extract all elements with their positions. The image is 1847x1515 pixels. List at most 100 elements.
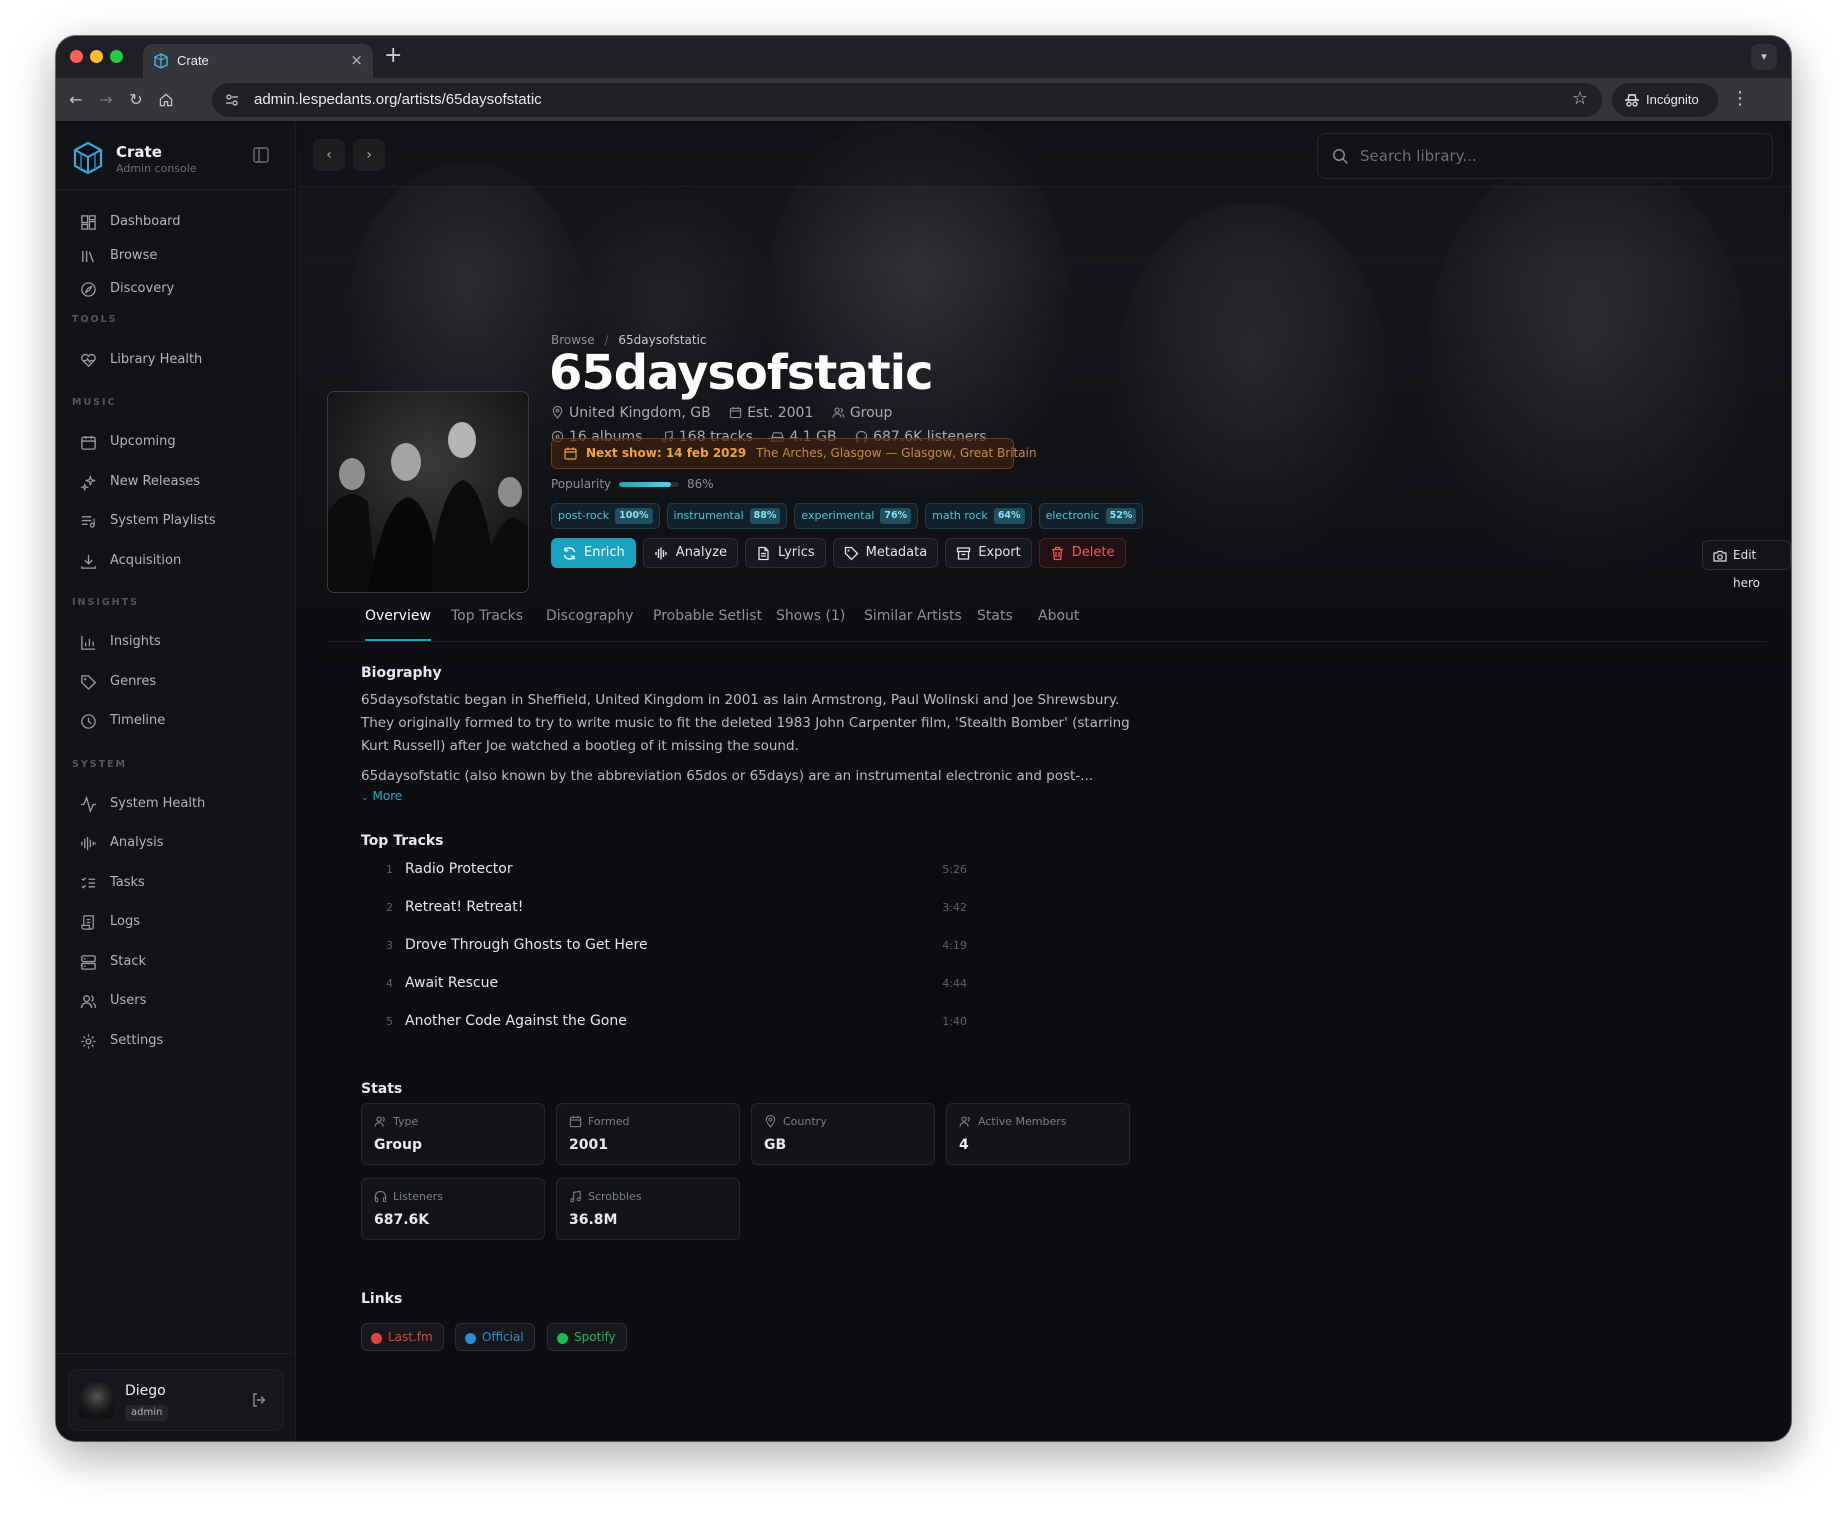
tab-similar-artists[interactable]: Similar Artists [864,608,962,624]
close-tab-icon[interactable]: × [350,51,363,69]
address-bar[interactable]: admin.lespedants.org/artists/65daysofsta… [212,83,1602,117]
reload-icon[interactable]: ↻ [126,90,146,110]
link-label: Last.fm [388,1330,433,1344]
sidebar-item-genres[interactable]: Genres [68,665,284,699]
sidebar-item-system-health[interactable]: System Health [68,787,284,821]
sidebar-item-analysis[interactable]: Analysis [68,826,284,860]
track-row[interactable]: 3 Drove Through Ghosts to Get Here 4:19 [361,931,1011,967]
delete-button[interactable]: Delete [1038,538,1126,568]
track-name: Await Rescue [405,975,499,991]
sidebar-item-settings[interactable]: Settings [68,1024,284,1058]
tab-about[interactable]: About [1038,608,1079,624]
sidebar-item-library-health[interactable]: Library Health [68,343,284,377]
back-arrow-icon[interactable]: ← [66,90,86,110]
users-icon [374,1116,385,1127]
stat-value: 687.6K [374,1212,430,1228]
user-card[interactable]: Diego admin [68,1369,284,1431]
history-back-button[interactable]: ‹ [313,139,345,171]
home-icon[interactable] [156,90,176,110]
search-bar[interactable] [1317,133,1773,179]
genre-tag[interactable]: experimental 76% [794,503,919,529]
sidebar-item-upcoming[interactable]: Upcoming [68,425,284,459]
crate-favicon-icon [154,53,168,69]
analyze-button[interactable]: Analyze [642,538,739,568]
sidebar-item-acquisition[interactable]: Acquisition [68,544,284,578]
new-tab-icon[interactable]: + [384,44,402,68]
bookmark-star-icon[interactable]: ☆ [1572,88,1588,109]
sidebar-item-users[interactable]: Users [68,984,284,1018]
users-icon [959,1116,970,1127]
enrich-button[interactable]: Enrich [551,538,636,568]
sidebar-item-browse[interactable]: Browse [68,239,284,273]
sidebar-item-insights[interactable]: Insights [68,625,284,659]
browser-tab[interactable]: Crate × [143,44,373,78]
tab-discography[interactable]: Discography [546,608,634,624]
popularity-value: 86% [687,477,714,491]
more-label: More [372,789,403,803]
sidebar-item-new-releases[interactable]: New Releases [68,465,284,499]
popularity-bar [619,482,679,487]
tab-shows[interactable]: Shows (1) [776,608,845,624]
sidebar-item-label: System Playlists [110,513,216,528]
link-spotify[interactable]: Spotify [547,1323,627,1351]
collapse-sidebar-icon[interactable] [252,146,270,164]
next-show-banner[interactable]: Next show: 14 feb 2029 The Arches, Glasg… [551,438,1037,469]
sidebar-item-dashboard[interactable]: Dashboard [68,205,284,239]
track-row[interactable]: 5 Another Code Against the Gone 1:40 [361,1007,1011,1043]
lyrics-button[interactable]: Lyrics [745,538,826,568]
genre-tag[interactable]: electronic 52% [1038,503,1144,529]
zoom-window-button[interactable] [110,50,123,63]
sidebar-item-discovery[interactable]: Discovery [68,272,284,306]
metadata-label: Metadata [865,545,928,560]
genre-tag[interactable]: post-rock 100% [551,503,660,529]
link-official[interactable]: Official [455,1323,535,1351]
established-text: Est. 2001 [747,405,814,421]
tab-search-dropdown-icon[interactable]: ▾ [1751,44,1777,70]
browser-menu-icon[interactable]: ⋮ [1730,88,1750,109]
genre-tag-percent: 52% [1105,508,1137,524]
history-forward-button[interactable]: › [353,139,385,171]
sidebar-item-label: Library Health [110,352,203,367]
stat-card-scrobbles: Scrobbles 36.8M [556,1178,740,1240]
edit-hero-button[interactable]: Edit hero [1702,540,1791,590]
tab-top-tracks[interactable]: Top Tracks [451,608,523,624]
track-duration: 4:44 [942,977,967,990]
stat-label: Active Members [978,1115,1067,1128]
stat-label: Type [393,1115,419,1128]
brand-subtitle: Admin console [116,162,197,175]
logout-icon[interactable] [251,1392,267,1408]
genre-tag[interactable]: math rock 64% [925,503,1032,529]
sidebar-item-logs[interactable]: Logs [68,905,284,939]
tab-overview[interactable]: Overview [365,608,431,624]
sidebar-divider [56,189,296,190]
biography-more-link[interactable]: ⌄ More [361,789,402,803]
track-duration: 4:19 [942,939,967,952]
sidebar-item-timeline[interactable]: Timeline [68,704,284,738]
forward-arrow-icon[interactable]: → [96,90,116,110]
track-row[interactable]: 4 Await Rescue 4:44 [361,969,1011,1005]
export-button[interactable]: Export [945,538,1032,568]
sidebar-item-label: Acquisition [110,553,182,568]
link-label: Official [482,1330,524,1344]
close-window-button[interactable] [70,50,83,63]
site-settings-icon[interactable] [224,92,240,108]
section-label-tools: TOOLS [72,314,118,325]
refresh-icon [563,547,576,560]
sidebar-item-tasks[interactable]: Tasks [68,866,284,900]
genre-tag[interactable]: instrumental 88% [666,503,788,529]
link-lastfm[interactable]: Last.fm [361,1323,444,1351]
incognito-indicator[interactable]: Incógnito [1612,83,1718,117]
sidebar-item-label: Tasks [110,875,145,890]
sidebar-item-stack[interactable]: Stack [68,945,284,979]
track-row[interactable]: 1 Radio Protector 5:26 [361,855,1011,891]
search-input[interactable] [1360,145,1750,167]
metadata-button[interactable]: Metadata [832,538,939,568]
page-title: 65daysofstatic [549,345,934,401]
track-row[interactable]: 2 Retreat! Retreat! 3:42 [361,893,1011,929]
tab-probable-setlist[interactable]: Probable Setlist [653,608,762,624]
sidebar-item-system-playlists[interactable]: System Playlists [68,504,284,538]
tab-stats[interactable]: Stats [977,608,1013,624]
calendar-icon [569,1115,582,1128]
minimize-window-button[interactable] [90,50,103,63]
track-number: 5 [386,1015,393,1028]
